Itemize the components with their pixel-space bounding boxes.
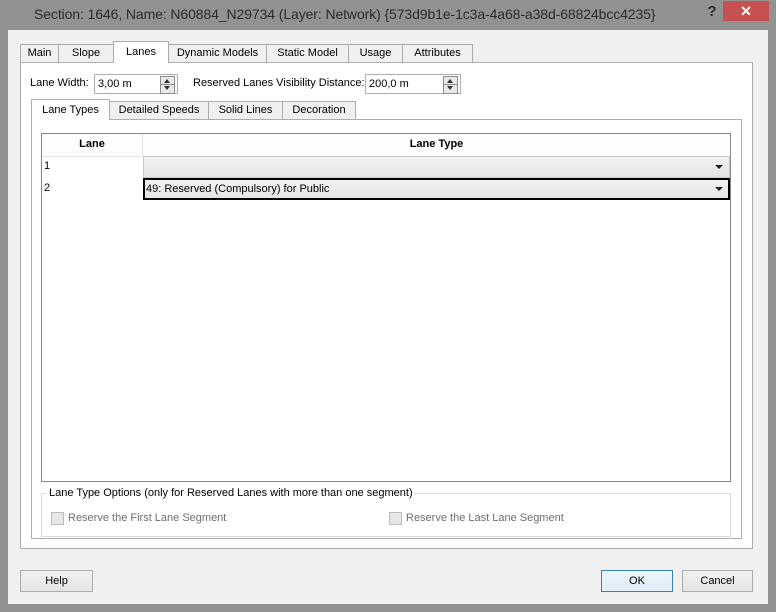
dropdown-arrow-icon[interactable] (715, 165, 723, 169)
lane-width-label: Lane Width: (30, 77, 89, 89)
lane-types-table: Lane Lane Type 1 2 49: Reserved (Compuls… (41, 133, 731, 482)
subtab-decoration[interactable]: Decoration (282, 101, 356, 120)
visibility-distance-spin-buttons[interactable] (443, 76, 458, 94)
column-header-lane-type[interactable]: Lane Type (143, 134, 730, 157)
visibility-distance-spinbox[interactable]: 200,0 m (365, 74, 461, 94)
table-row-lane-cell[interactable]: 2 (42, 178, 142, 200)
subtab-lane-types[interactable]: Lane Types (31, 99, 110, 120)
tab-dynamic-models[interactable]: Dynamic Models (168, 44, 267, 63)
tab-slope[interactable]: Slope (58, 44, 114, 63)
reserve-last-segment-checkbox[interactable] (389, 512, 402, 525)
reserve-first-segment-label: Reserve the First Lane Segment (68, 512, 227, 524)
lane-type-dropdown[interactable]: 49: Reserved (Compulsory) for Public (143, 178, 730, 200)
tab-main[interactable]: Main (20, 44, 59, 63)
spin-down-icon[interactable] (164, 86, 170, 90)
spin-up-icon[interactable] (164, 79, 170, 83)
subtab-solid-lines[interactable]: Solid Lines (208, 101, 283, 120)
title-bar: Section: 1646, Name: N60884_N29734 (Laye… (0, 0, 776, 30)
close-button[interactable]: ✕ (723, 1, 769, 21)
ok-button[interactable]: OK (601, 570, 673, 592)
lane-width-spinbox[interactable]: 3,00 m (94, 74, 178, 94)
tab-attributes[interactable]: Attributes (402, 44, 473, 63)
help-question-icon[interactable]: ? (702, 3, 722, 23)
reserve-first-segment-checkbox[interactable] (51, 512, 64, 525)
tab-usage[interactable]: Usage (348, 44, 403, 63)
lane-type-options-legend: Lane Type Options (only for Reserved Lan… (47, 487, 415, 499)
cancel-button[interactable]: Cancel (682, 570, 753, 592)
dropdown-arrow-icon[interactable] (715, 187, 723, 191)
close-icon: ✕ (740, 3, 752, 19)
lane-width-spin-buttons[interactable] (160, 76, 175, 94)
dialog-window: Section: 1646, Name: N60884_N29734 (Laye… (0, 0, 776, 612)
column-header-lane[interactable]: Lane (42, 134, 143, 157)
spin-up-icon[interactable] (447, 79, 453, 83)
tab-static-model[interactable]: Static Model (266, 44, 349, 63)
lane-width-value: 3,00 m (98, 78, 132, 90)
spin-down-icon[interactable] (447, 86, 453, 90)
visibility-distance-label: Reserved Lanes Visibility Distance: (193, 77, 365, 89)
window-title: Section: 1646, Name: N60884_N29734 (Laye… (34, 6, 656, 22)
tab-lanes[interactable]: Lanes (113, 41, 169, 63)
help-button[interactable]: Help (20, 570, 93, 592)
table-row-lane-cell[interactable]: 1 (42, 156, 142, 178)
lane-type-value: 49: Reserved (Compulsory) for Public (146, 183, 330, 195)
subtab-detailed-speeds[interactable]: Detailed Speeds (109, 101, 209, 120)
lane-type-dropdown[interactable] (143, 156, 730, 178)
reserve-last-segment-label: Reserve the Last Lane Segment (406, 512, 564, 524)
visibility-distance-value: 200,0 m (369, 78, 409, 90)
